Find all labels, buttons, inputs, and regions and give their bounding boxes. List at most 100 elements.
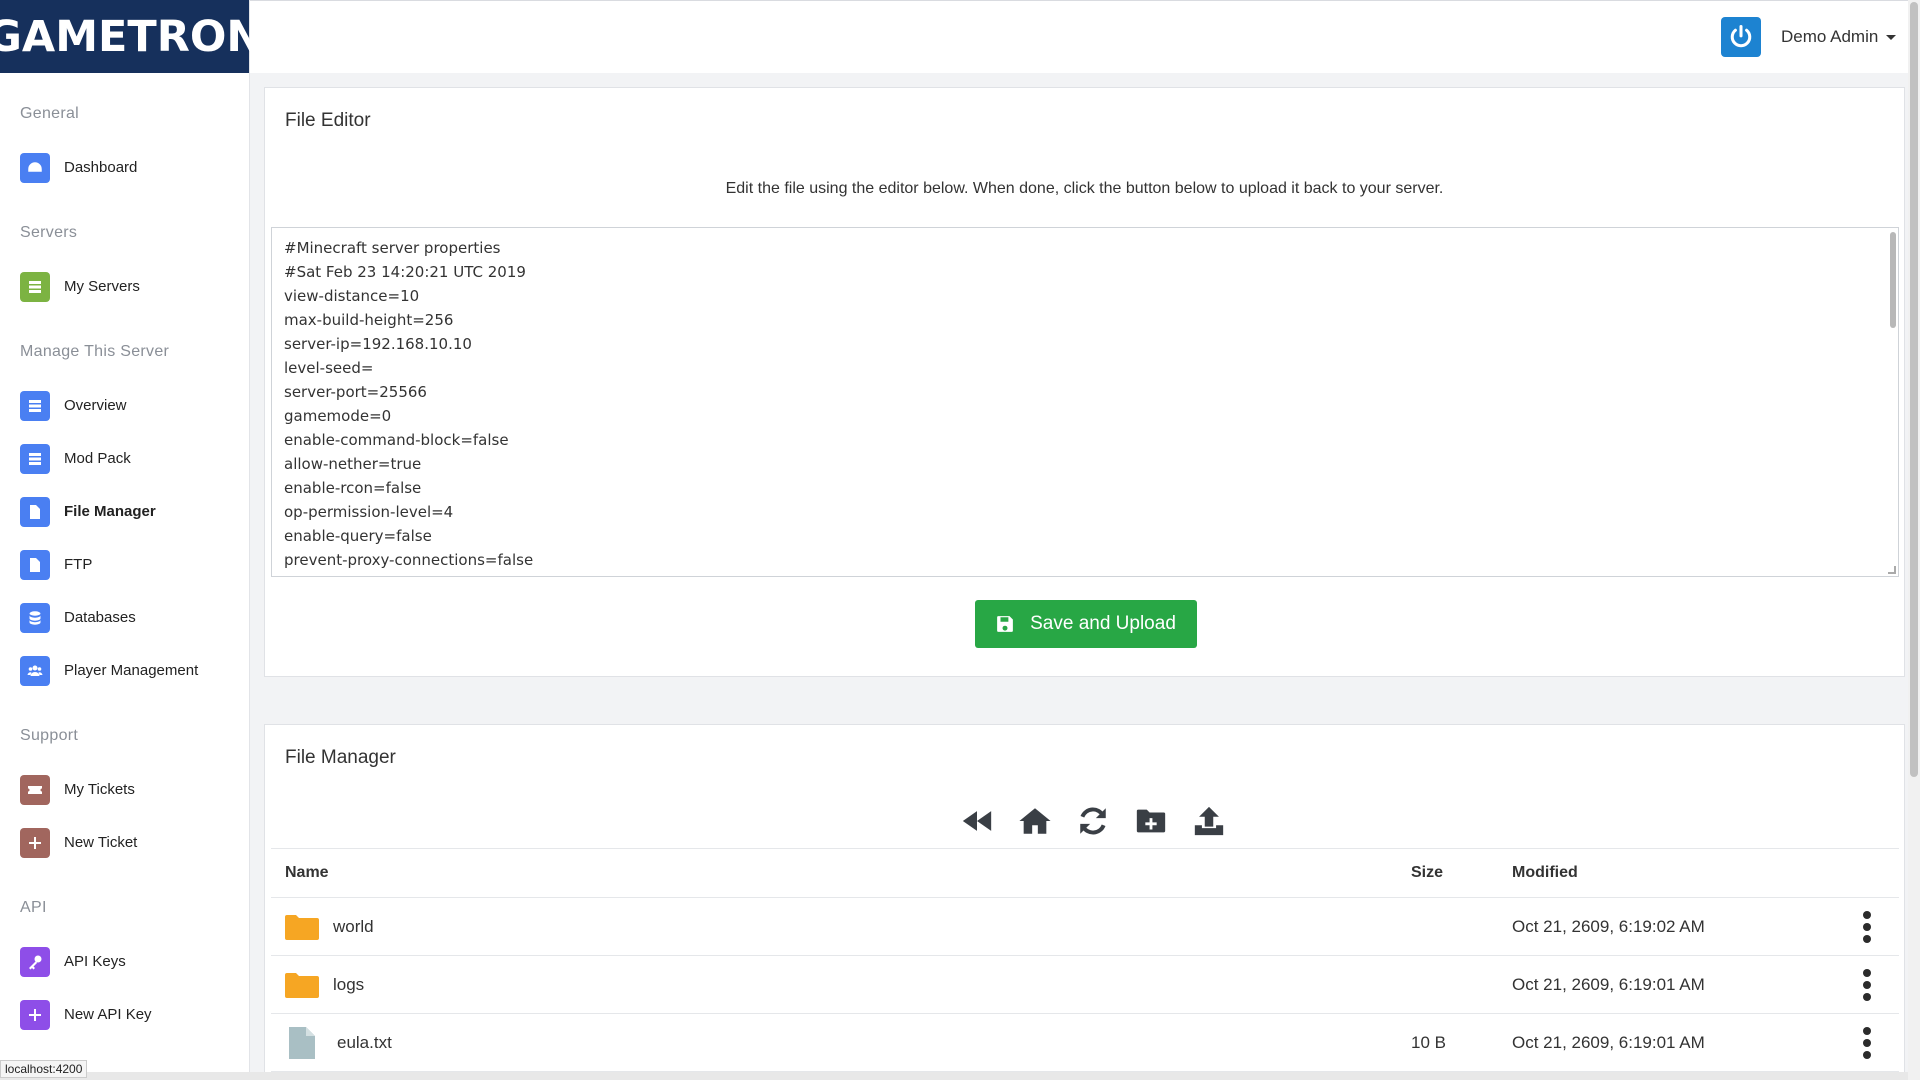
sidebar-item-overview[interactable]: Overview: [0, 379, 249, 432]
sidebar-item-ftp[interactable]: FTP: [0, 538, 249, 591]
sidebar-item-my-servers[interactable]: My Servers: [0, 260, 249, 313]
upload-button[interactable]: [1191, 803, 1227, 839]
resize-handle[interactable]: [1888, 566, 1896, 574]
back-icon: [962, 811, 991, 831]
file-table: Name Size Modified world Oct 21, 2609, 6:…: [271, 848, 1899, 1072]
more-actions-icon[interactable]: [1862, 968, 1872, 1001]
sidebar-item-label: Databases: [64, 609, 136, 626]
horizontal-scrollbar[interactable]: [0, 1072, 1908, 1080]
back-button[interactable]: [959, 803, 995, 839]
sidebar-item-label: Dashboard: [64, 159, 138, 176]
editor-scrollbar[interactable]: [1890, 232, 1896, 328]
folder-icon: [285, 972, 319, 998]
column-modified-header[interactable]: Modified: [1512, 864, 1842, 882]
table-header: Name Size Modified: [271, 848, 1899, 898]
caret-down-icon: [1886, 34, 1897, 40]
file-manager-title: File Manager: [285, 747, 396, 768]
refresh-button[interactable]: [1075, 803, 1111, 839]
editor-line: server-port=25566: [284, 383, 427, 401]
table-row[interactable]: eula.txt 10 B Oct 21, 2609, 6:19:01 AM: [271, 1014, 1899, 1072]
editor-line: enable-rcon=false: [284, 479, 422, 497]
plus-icon: [20, 827, 50, 858]
editor-line: max-build-height=256: [284, 311, 454, 329]
sidebar-item-new-ticket[interactable]: New Ticket: [0, 816, 249, 869]
table-row[interactable]: world Oct 21, 2609, 6:19:02 AM: [271, 898, 1899, 956]
sidebar-item-dashboard[interactable]: Dashboard: [0, 141, 249, 194]
nav-section-title: Support: [20, 727, 79, 744]
key-icon: [20, 946, 50, 977]
sidebar-item-label: FTP: [64, 556, 93, 573]
sidebar-item-label: New API Key: [64, 1006, 152, 1023]
editor-description: Edit the file using the editor below. Wh…: [725, 180, 1444, 197]
sidebar-item-label: My Tickets: [64, 781, 135, 798]
more-actions-icon[interactable]: [1862, 910, 1872, 943]
file-modified: Oct 21, 2609, 6:19:02 AM: [1512, 916, 1705, 936]
sidebar-item-label: Overview: [64, 397, 127, 414]
floppy-disk-icon: [997, 616, 1013, 632]
editor-line: level-seed=: [284, 359, 374, 377]
plus-icon: [20, 999, 50, 1030]
nav-section-title: Servers: [20, 224, 78, 241]
power-button[interactable]: [1721, 17, 1761, 57]
database-icon: [20, 602, 50, 633]
status-url: localhost:4200: [0, 1060, 88, 1078]
upload-icon: [1194, 806, 1223, 836]
users-icon: [20, 655, 50, 686]
user-menu-toggle[interactable]: Demo Admin: [1781, 27, 1897, 47]
sidebar-nav: General Dashboard Servers My Servers Manage …: [0, 73, 249, 1041]
sidebar-item-label: API Keys: [64, 953, 126, 970]
page-scrollbar[interactable]: [1908, 0, 1920, 1080]
file-manager-toolbar: [265, 803, 1904, 839]
sidebar-item-label: File Manager: [64, 503, 156, 520]
table-row[interactable]: logs Oct 21, 2609, 6:19:01 AM: [271, 956, 1899, 1014]
list-icon: [20, 443, 50, 474]
column-size-header[interactable]: Size: [1411, 864, 1512, 882]
home-button[interactable]: [1017, 803, 1053, 839]
file-name[interactable]: logs: [333, 975, 364, 995]
sidebar-item-new-api-key[interactable]: New API Key: [0, 988, 249, 1041]
file-editor-textarea[interactable]: #Minecraft server properties #Sat Feb 23 …: [271, 227, 1899, 577]
column-name-header[interactable]: Name: [271, 864, 1411, 882]
sidebar-item-player-management[interactable]: Player Management: [0, 644, 249, 697]
save-button-label: Save and Upload: [1030, 613, 1176, 634]
file-editor-title: File Editor: [285, 110, 371, 131]
brand-logo[interactable]: GAMETRON: [0, 0, 262, 73]
top-bar: Demo Admin: [250, 0, 1908, 73]
refresh-icon: [1079, 807, 1106, 835]
editor-line: server-ip=192.168.10.10: [284, 335, 472, 353]
sidebar-item-databases[interactable]: Databases: [0, 591, 249, 644]
editor-line: allow-nether=true: [284, 455, 422, 473]
sidebar-item-api-keys[interactable]: API Keys: [0, 935, 249, 988]
sidebar-item-file-manager[interactable]: File Manager: [0, 485, 249, 538]
sidebar: GAMETRON General Dashboard Servers My Serve…: [0, 0, 262, 1080]
file-modified: Oct 21, 2609, 6:19:01 AM: [1512, 1032, 1705, 1052]
more-actions-icon[interactable]: [1862, 1026, 1872, 1059]
sidebar-item-my-tickets[interactable]: My Tickets: [0, 763, 249, 816]
file-size: 10 B: [1411, 1032, 1446, 1052]
dashboard-icon: [20, 152, 50, 183]
file-icon: [20, 549, 50, 580]
new-folder-button[interactable]: [1133, 803, 1169, 839]
editor-line: prevent-proxy-connections=false: [284, 551, 534, 569]
list-icon: [20, 390, 50, 421]
file-name[interactable]: world: [333, 917, 374, 937]
file-modified: Oct 21, 2609, 6:19:01 AM: [1512, 974, 1705, 994]
servers-icon: [20, 271, 50, 302]
ticket-icon: [20, 774, 50, 805]
sidebar-item-label: Player Management: [64, 662, 199, 679]
save-and-upload-button[interactable]: Save and Upload: [975, 600, 1197, 648]
file-name[interactable]: eula.txt: [337, 1033, 392, 1053]
file-icon: [20, 496, 50, 527]
editor-line: op-permission-level=4: [284, 503, 454, 521]
nav-section-title: API: [20, 899, 47, 916]
power-icon: [1730, 24, 1752, 48]
editor-line: enable-query=false: [284, 527, 432, 545]
editor-line: #Minecraft server properties: [284, 239, 501, 257]
sidebar-item-mod-pack[interactable]: Mod Pack: [0, 432, 249, 485]
page-scrollbar-thumb[interactable]: [1910, 2, 1918, 777]
editor-line: view-distance=10: [284, 287, 420, 305]
brand-name: GAMETRON: [0, 11, 263, 62]
file-manager-card: File Manager Name Size Modified world Oc…: [264, 724, 1905, 1080]
nav-section-title: Manage This Server: [20, 343, 170, 360]
editor-content: #Minecraft server properties #Sat Feb 23 …: [272, 228, 1898, 576]
